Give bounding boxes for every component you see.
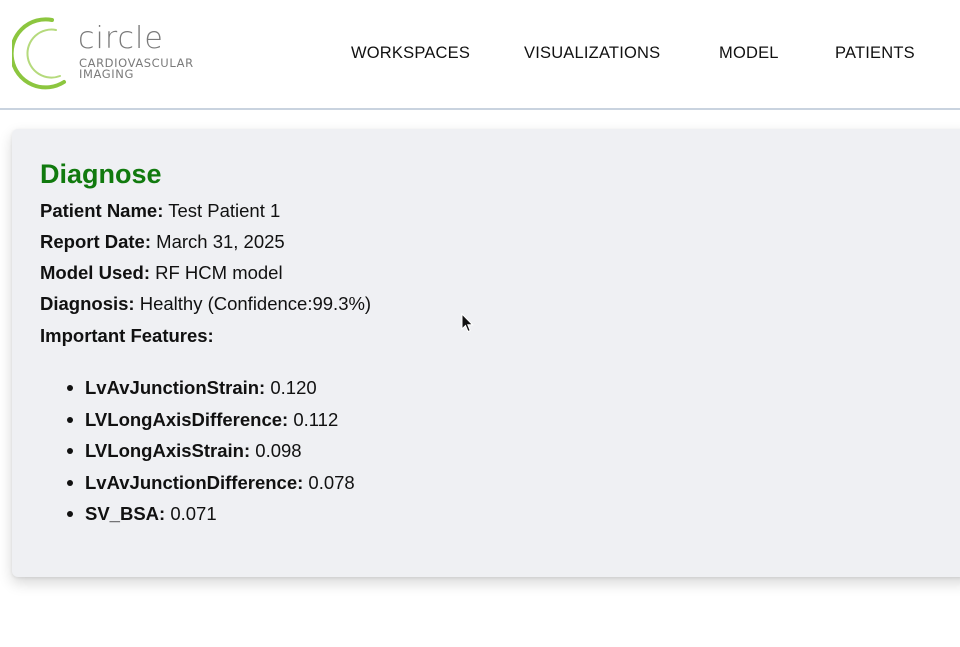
diagnosis-report-card: Diagnose Patient Name: Test Patient 1 Re…	[12, 129, 960, 577]
bullet-icon	[67, 416, 73, 423]
diagnosis-value: Healthy (Confidence:99.3%)	[139, 293, 372, 314]
patient-name-row: Patient Name: Test Patient 1	[40, 200, 280, 222]
patient-name-label: Patient Name:	[40, 200, 164, 221]
list-item: LvAvJunctionStrain: 0.120	[40, 377, 355, 409]
bullet-icon	[67, 448, 73, 454]
report-date-value: March 31, 2025	[156, 231, 285, 252]
report-date-row: Report Date: March 31, 2025	[40, 231, 285, 253]
top-navbar: circle CARDIOVASCULAR IMAGING WORKSPACES…	[0, 0, 960, 110]
list-item: LVLongAxisDifference: 0.112	[40, 409, 355, 441]
feature-value: 0.112	[293, 408, 339, 430]
feature-value: 0.078	[308, 471, 355, 493]
nav-patients[interactable]: PATIENTS	[835, 44, 915, 63]
list-item: SV_BSA: 0.071	[40, 503, 355, 535]
mouse-pointer-icon	[461, 313, 474, 333]
model-used-label: Model Used:	[40, 262, 150, 283]
nav-model[interactable]: MODEL	[719, 44, 779, 63]
list-item: LvAvJunctionDifference: 0.078	[40, 472, 355, 504]
bullet-icon	[67, 385, 73, 391]
important-features-heading: Important Features:	[40, 325, 214, 347]
model-used-row: Model Used: RF HCM model	[40, 262, 283, 284]
features-list: LvAvJunctionStrain: 0.120 LVLongAxisDiff…	[40, 377, 355, 535]
list-item: LVLongAxisStrain: 0.098	[40, 440, 355, 472]
bullet-icon	[67, 479, 73, 486]
feature-value: 0.120	[270, 377, 317, 398]
feature-value: 0.098	[255, 440, 302, 461]
important-features-label: Important Features:	[40, 325, 214, 346]
feature-name: LVLongAxisDifference:	[85, 408, 289, 430]
bullet-icon	[67, 511, 73, 517]
patient-name-value: Test Patient 1	[168, 200, 281, 221]
feature-name: LvAvJunctionDifference:	[85, 471, 304, 493]
report-title: Diagnose	[40, 159, 162, 189]
diagnosis-label: Diagnosis:	[40, 293, 135, 314]
feature-value: 0.071	[170, 503, 217, 524]
feature-name: SV_BSA:	[85, 503, 166, 524]
model-used-value: RF HCM model	[155, 262, 283, 283]
feature-name: LvAvJunctionStrain:	[85, 377, 266, 398]
main-nav: WORKSPACES VISUALIZATIONS MODEL PATIENTS	[0, 44, 960, 64]
nav-workspaces[interactable]: WORKSPACES	[351, 44, 470, 63]
nav-visualizations[interactable]: VISUALIZATIONS	[524, 44, 660, 63]
diagnosis-row: Diagnosis: Healthy (Confidence:99.3%)	[40, 293, 371, 315]
logo-subtitle-line2: IMAGING	[79, 67, 134, 81]
report-date-label: Report Date:	[40, 231, 152, 252]
feature-name: LVLongAxisStrain:	[85, 440, 251, 461]
